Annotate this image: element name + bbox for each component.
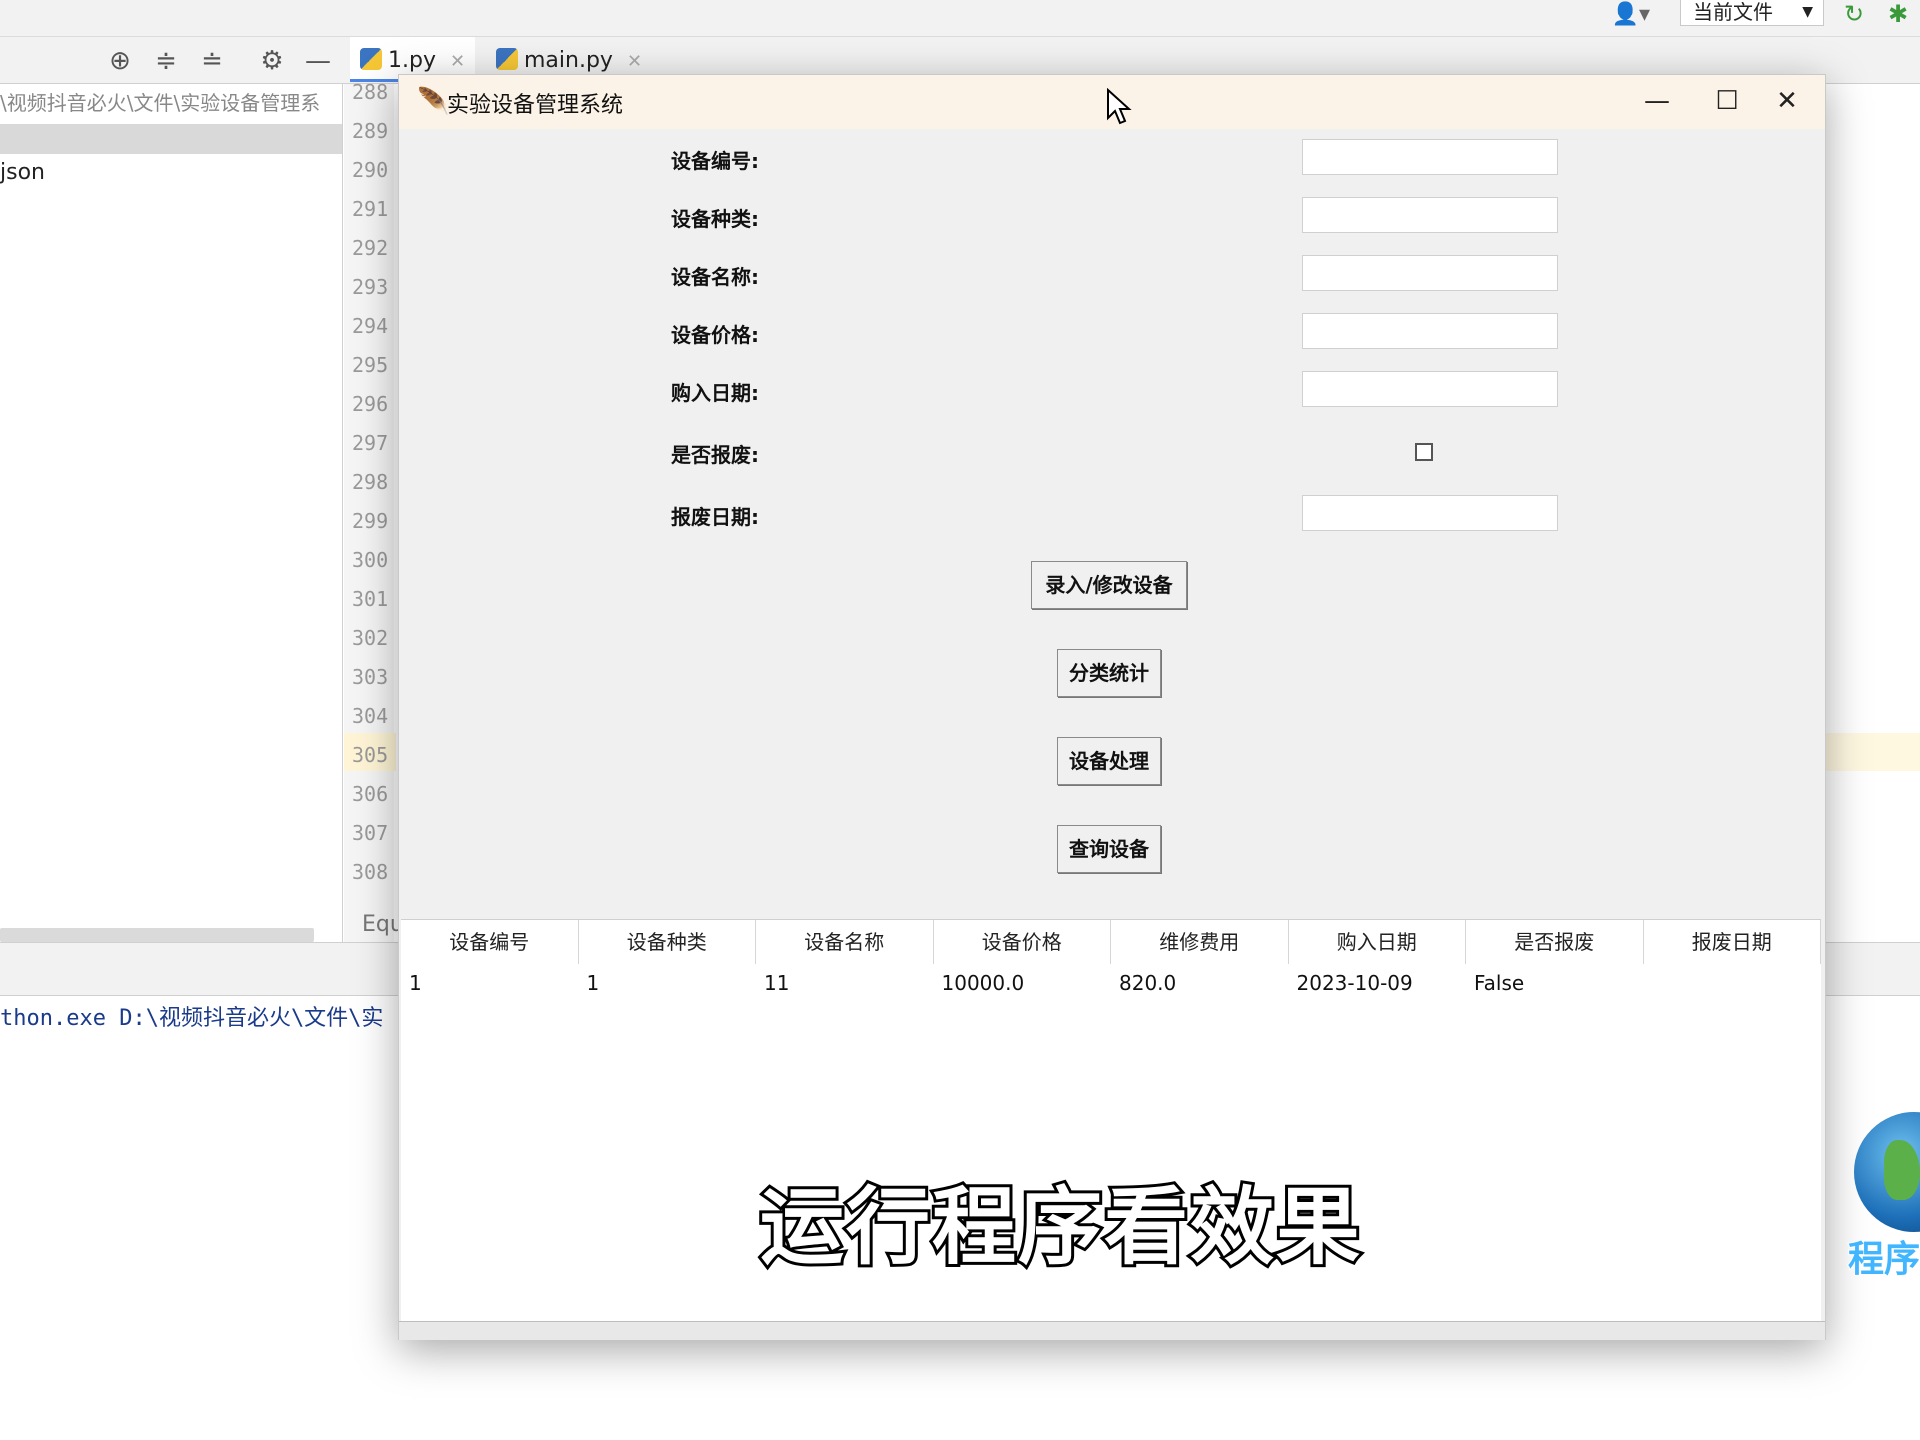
- expand-all-icon[interactable]: ≑: [150, 45, 182, 77]
- line-number: 307: [352, 821, 389, 845]
- line-number: 297: [352, 431, 389, 455]
- line-number: 298: [352, 470, 389, 494]
- label-purchase-date: 购入日期:: [671, 381, 759, 405]
- table-cell: 10000.0: [941, 971, 1025, 995]
- column-header[interactable]: 报废日期: [1644, 920, 1821, 964]
- line-number: 299: [352, 509, 389, 533]
- tab-label: main.py: [524, 48, 613, 73]
- crosshair-icon[interactable]: ⊕: [104, 45, 136, 77]
- line-number: 300: [352, 548, 389, 572]
- line-number: 301: [352, 587, 389, 611]
- table-cell: 1: [586, 971, 600, 995]
- close-icon[interactable]: ✕: [627, 51, 642, 72]
- column-header[interactable]: 设备价格: [934, 920, 1111, 964]
- feather-icon: 🪶: [417, 87, 450, 117]
- python-file-icon: [360, 48, 382, 70]
- line-number: 292: [352, 236, 389, 260]
- column-header[interactable]: 设备种类: [579, 920, 756, 964]
- tab-label: 1.py: [388, 48, 436, 73]
- scrapped-checkbox[interactable]: [1415, 443, 1433, 461]
- table-cell: 820.0: [1119, 971, 1177, 995]
- line-number: 293: [352, 275, 389, 299]
- line-number: 305: [352, 743, 389, 767]
- line-number: 306: [352, 782, 389, 806]
- chevron-down-icon: ▼: [1802, 4, 1813, 20]
- label-scrap-date: 报废日期:: [671, 505, 759, 529]
- line-number: 294: [352, 314, 389, 338]
- table-cell: [1644, 964, 1822, 1002]
- equipment-type-input[interactable]: [1302, 197, 1558, 233]
- current-line-highlight: [1826, 733, 1920, 771]
- column-header[interactable]: 设备名称: [756, 920, 934, 964]
- scope-select-value: 当前文件: [1693, 0, 1773, 24]
- purchase-date-input[interactable]: [1302, 371, 1558, 407]
- close-icon[interactable]: ✕: [450, 51, 465, 72]
- scope-select[interactable]: 当前文件 ▼: [1680, 0, 1824, 26]
- table-cell: 11: [764, 971, 790, 995]
- table-cell: False: [1474, 971, 1525, 995]
- console-output-line: thon.exe D:\视频抖音必火\文件\实: [0, 1006, 384, 1031]
- column-header[interactable]: 购入日期: [1289, 920, 1466, 964]
- close-button[interactable]: ✕: [1755, 81, 1819, 121]
- label-equipment-name: 设备名称:: [671, 265, 759, 289]
- window-bottom-edge: [399, 1321, 1825, 1340]
- line-number: 303: [352, 665, 389, 689]
- equipment-management-window: 🪶 实验设备管理系统 — ☐ ✕ 设备编号: 设备种类: 设备名称: 设备价格:…: [398, 74, 1826, 1340]
- label-equipment-id: 设备编号:: [671, 149, 759, 173]
- project-scrollbar[interactable]: [0, 928, 314, 942]
- line-number: 304: [352, 704, 389, 728]
- category-stats-button[interactable]: 分类统计: [1057, 649, 1161, 697]
- equipment-price-input[interactable]: [1302, 313, 1558, 349]
- table-cell: 1: [409, 971, 422, 995]
- label-equipment-price: 设备价格:: [671, 323, 759, 347]
- add-edit-equipment-button[interactable]: 录入/修改设备: [1031, 561, 1187, 609]
- column-header[interactable]: 设备编号: [401, 920, 579, 964]
- line-number: 289: [352, 119, 389, 143]
- project-item-json[interactable]: json: [0, 160, 45, 185]
- table-cell: 2023-10-09: [1296, 971, 1413, 995]
- mouse-cursor-icon: [1107, 88, 1132, 125]
- column-header[interactable]: 维修费用: [1111, 920, 1289, 964]
- python-file-icon: [496, 48, 518, 70]
- maximize-button[interactable]: ☐: [1695, 81, 1759, 121]
- line-number: 288: [352, 80, 389, 104]
- rerun-icon[interactable]: ↻: [1844, 0, 1864, 28]
- user-menu-icon[interactable]: 👤▾: [1612, 2, 1650, 27]
- line-number: 291: [352, 197, 389, 221]
- label-scrapped: 是否报废:: [671, 443, 759, 467]
- scrap-date-input[interactable]: [1302, 495, 1558, 531]
- equipment-id-input[interactable]: [1302, 139, 1558, 175]
- minimize-panel-icon[interactable]: —: [302, 45, 334, 77]
- gear-icon[interactable]: ⚙: [256, 45, 288, 77]
- equipment-process-button[interactable]: 设备处理: [1057, 737, 1161, 785]
- label-equipment-type: 设备种类:: [671, 207, 759, 231]
- ide-top-bar: 👤▾ 当前文件 ▼ ↻ ✱: [0, 0, 1920, 37]
- debug-bug-icon[interactable]: ✱: [1888, 0, 1908, 28]
- column-header[interactable]: 是否报废: [1466, 920, 1644, 964]
- query-equipment-button[interactable]: 查询设备: [1057, 825, 1161, 873]
- line-number: 290: [352, 158, 389, 182]
- window-title: 实验设备管理系统: [447, 93, 624, 118]
- line-number: 296: [352, 392, 389, 416]
- watermark-text: 程序猿: [1847, 1238, 1920, 1281]
- line-number: 295: [352, 353, 389, 377]
- line-number: 308: [352, 860, 389, 884]
- project-selected-row[interactable]: [0, 124, 342, 154]
- minimize-button[interactable]: —: [1625, 81, 1689, 121]
- panel-divider: [342, 84, 343, 944]
- video-subtitle: 运行程序看效果: [757, 1175, 1363, 1279]
- line-number: 302: [352, 626, 389, 650]
- collapse-all-icon[interactable]: ≐: [196, 45, 228, 77]
- equipment-name-input[interactable]: [1302, 255, 1558, 291]
- project-path: \视频抖音必火\文件\实验设备管理系: [0, 91, 321, 115]
